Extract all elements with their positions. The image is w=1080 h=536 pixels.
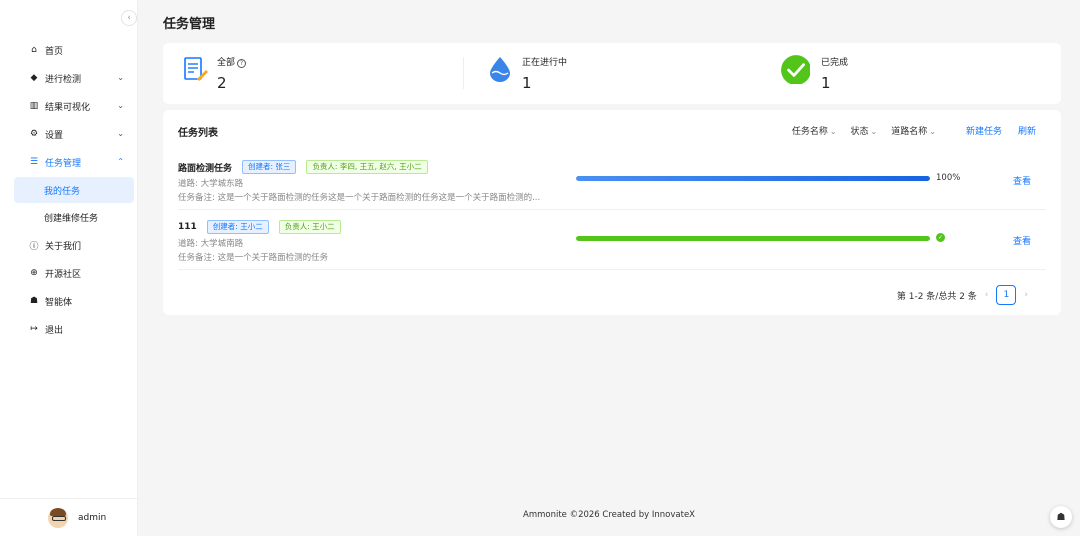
chart-icon: ▥ [29,101,39,111]
sidebar-subitem-my-tasks[interactable]: 我的任务 [14,177,134,203]
footer: Ammonite ©2026 Created by InnovateX [523,510,695,520]
sidebar-menu: ⌂ 首页 ◆ 进行检测 ⌄ ▥ 结果可视化 ⌄ ⚙ 设置 ⌄ ☰ 任务管理 ⌃ 我的任务 创建维修… [0,36,138,343]
user-bar[interactable]: admin [0,498,138,536]
stat-done-label: 已完成 [821,58,849,68]
chevron-down-icon: ⌄ [117,129,124,138]
task-road: 道路: 大学城东路 [178,179,244,189]
sidebar-item-home[interactable]: ⌂ 首页 [0,36,138,64]
progress-fill [576,236,930,241]
sidebar-item-about[interactable]: ⓘ 关于我们 [0,231,138,259]
view-task-link[interactable]: 查看 [1013,234,1031,247]
stats-card: 全部? 2 正在进行中 1 已完成 1 [163,43,1061,104]
task-note: 任务备注: 这是一个关于路面检测的任务 [178,253,329,263]
new-task-button[interactable]: 新建任务 [966,124,1002,137]
view-task-link[interactable]: 查看 [1013,174,1031,187]
page-number[interactable]: 1 [996,285,1017,305]
owner-tag: 负责人: 李四, 王五, 赵六, 王小二 [306,160,428,174]
task-progress-bar [576,236,930,241]
chevron-down-icon: ⌄ [870,127,878,136]
task-name: 111 [178,222,197,232]
sidebar: ‹ ⌂ 首页 ◆ 进行检测 ⌄ ▥ 结果可视化 ⌄ ⚙ 设置 ⌄ ☰ 任务管理 ⌃ 我的任务 创建… [0,0,138,536]
filter-status[interactable]: 状态 ⌄ [851,124,878,137]
chevron-down-icon: ⌄ [929,127,936,136]
box-icon: ◆ [30,73,38,83]
gears-icon: ⚙ [29,129,39,139]
sidebar-item-community[interactable]: ⊕ 开源社区 [0,259,138,287]
page-title: 任务管理 [163,17,216,32]
stat-all-label: 全部 [217,58,236,68]
refresh-button[interactable]: 刷新 [1018,124,1036,137]
chevron-up-icon: ⌃ [117,157,124,166]
stat-all-value: 2 [217,74,227,92]
task-row: 111 创建者: 王小二 负责人: 王小二 道路: 大学城南路 任务备注: 这是… [178,210,1046,270]
sidebar-item-task-management[interactable]: ☰ 任务管理 ⌃ [0,148,138,176]
progress-fill [576,176,930,181]
stat-done-value: 1 [821,74,831,92]
sidebar-item-agent[interactable]: ☗ 智能体 [0,287,138,315]
prev-page-icon[interactable]: ‹ [985,290,989,300]
user-name: admin [78,512,107,523]
task-progress-bar [576,176,930,181]
sidebar-item-logout[interactable]: ↦ 退出 [0,315,138,343]
sidebar-item-visualize[interactable]: ▥ 结果可视化 ⌄ [0,92,138,120]
creator-tag: 创建者: 张三 [242,160,297,174]
document-edit-icon [184,57,208,81]
list-icon: ☰ [29,157,39,167]
progress-percent: 100% [936,173,961,183]
logout-icon: ↦ [30,324,38,334]
sidebar-item-settings[interactable]: ⚙ 设置 ⌄ [0,120,138,148]
chevron-left-icon: ‹ [127,13,131,23]
filter-bar: 任务名称 ⌄ 状态 ⌄ 道路名称 ⌄ 新建任务 刷新 [792,124,1036,137]
task-list-panel: 任务列表 任务名称 ⌄ 状态 ⌄ 道路名称 ⌄ 新建任务 刷新 路面检测任务 创建者:… [163,110,1061,315]
chevron-down-icon: ⌄ [829,127,837,136]
water-drop-icon [490,57,510,82]
task-row: 路面检测任务 创建者: 张三 负责人: 李四, 王五, 赵六, 王小二 道路: … [178,150,1046,210]
chevron-down-icon: ⌄ [117,73,124,82]
stat-in-progress-value: 1 [522,74,532,92]
filter-road-name[interactable]: 道路名称 ⌄ [891,124,936,137]
sidebar-item-detect[interactable]: ◆ 进行检测 ⌄ [0,64,138,92]
sidebar-subitem-create-repair-task[interactable]: 创建维修任务 [14,204,134,230]
creator-tag: 创建者: 王小二 [206,220,269,234]
pagination: 第 1-2 条/总共 2 条 ‹ 1 › [897,285,1036,305]
pagination-summary: 第 1-2 条/总共 2 条 [896,291,977,302]
check-circle-icon [781,55,810,84]
main-content: 任务管理 全部? 2 正在进行中 1 已完成 1 任务列表 任务名称 ⌄ 状态 … [138,0,1080,536]
divider [463,57,464,89]
home-icon: ⌂ [31,45,37,55]
stat-in-progress-label: 正在进行中 [522,58,568,68]
robot-icon: ☗ [29,296,39,306]
filter-task-name[interactable]: 任务名称 ⌄ [792,124,837,137]
info-icon: ⓘ [29,241,39,252]
next-page-icon[interactable]: › [1024,290,1028,300]
globe-icon: ⊕ [30,268,38,278]
avatar [48,507,68,528]
task-note: 任务备注: 这是一个关于路面检测的任务这是一个关于路面检测的任务这是一个关于路面… [178,193,541,203]
assistant-float-button[interactable]: ☗ [1050,506,1072,528]
panel-title: 任务列表 [178,128,218,139]
collapse-sidebar-button[interactable]: ‹ [121,10,137,26]
robot-icon: ☗ [1056,511,1066,523]
owner-tag: 负责人: 王小二 [278,220,341,234]
task-road: 道路: 大学城南路 [178,239,244,249]
check-circle-icon: ✓ [936,233,945,242]
chevron-down-icon: ⌄ [117,101,124,110]
task-name: 路面检测任务 [178,163,233,174]
help-icon[interactable]: ? [237,59,247,68]
